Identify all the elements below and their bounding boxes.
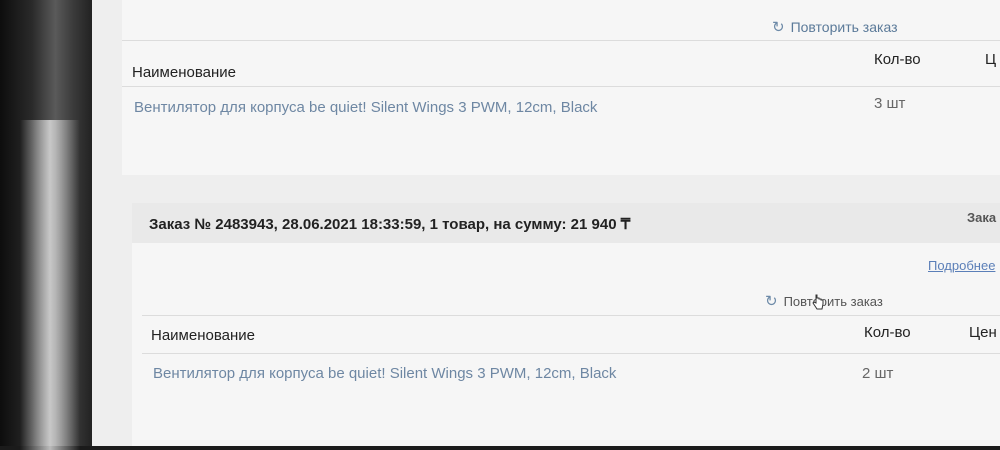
order-2-col-price: Цен bbox=[969, 324, 997, 341]
order-1-col-qty: Кол-во bbox=[874, 51, 921, 68]
order-2-repeat-label: Повторить заказ bbox=[783, 294, 883, 309]
order-2-col-qty: Кол-во bbox=[864, 324, 911, 341]
hand-cursor-icon bbox=[812, 294, 824, 310]
order-2-item-name[interactable]: Вентилятор для корпуса be quiet! Silent … bbox=[153, 365, 616, 382]
order-1-repeat-label: Повторить заказ bbox=[790, 19, 898, 35]
refresh-icon: ↻ bbox=[765, 293, 778, 310]
order-1-col-price: Ц bbox=[985, 51, 997, 68]
order-1-col-name: Наименование bbox=[132, 64, 236, 81]
order-2-status: Зака bbox=[967, 210, 997, 225]
order-1-repeat-button[interactable]: ↻ Повторить заказ bbox=[772, 18, 898, 36]
order-2-item-qty: 2 шт bbox=[862, 365, 894, 382]
divider bbox=[122, 86, 1000, 87]
order-1-item-qty: 3 шт bbox=[874, 95, 906, 112]
screen-glare bbox=[20, 120, 80, 450]
screen: ↻ Повторить заказ Наименование Кол-во Ц В… bbox=[92, 0, 1000, 446]
monitor-bezel bbox=[0, 0, 92, 450]
order-2-title: Заказ № 2483943, 28.06.2021 18:33:59, 1 … bbox=[149, 216, 631, 233]
order-2-panel bbox=[132, 243, 1000, 446]
divider bbox=[122, 40, 1000, 41]
divider bbox=[142, 315, 1000, 316]
order-2-col-name: Наименование bbox=[151, 327, 255, 344]
divider bbox=[142, 353, 1000, 354]
refresh-icon: ↻ bbox=[772, 19, 785, 36]
order-1-item-name[interactable]: Вентилятор для корпуса be quiet! Silent … bbox=[134, 99, 597, 116]
order-2-details-link[interactable]: Подробнее bbox=[928, 258, 995, 273]
